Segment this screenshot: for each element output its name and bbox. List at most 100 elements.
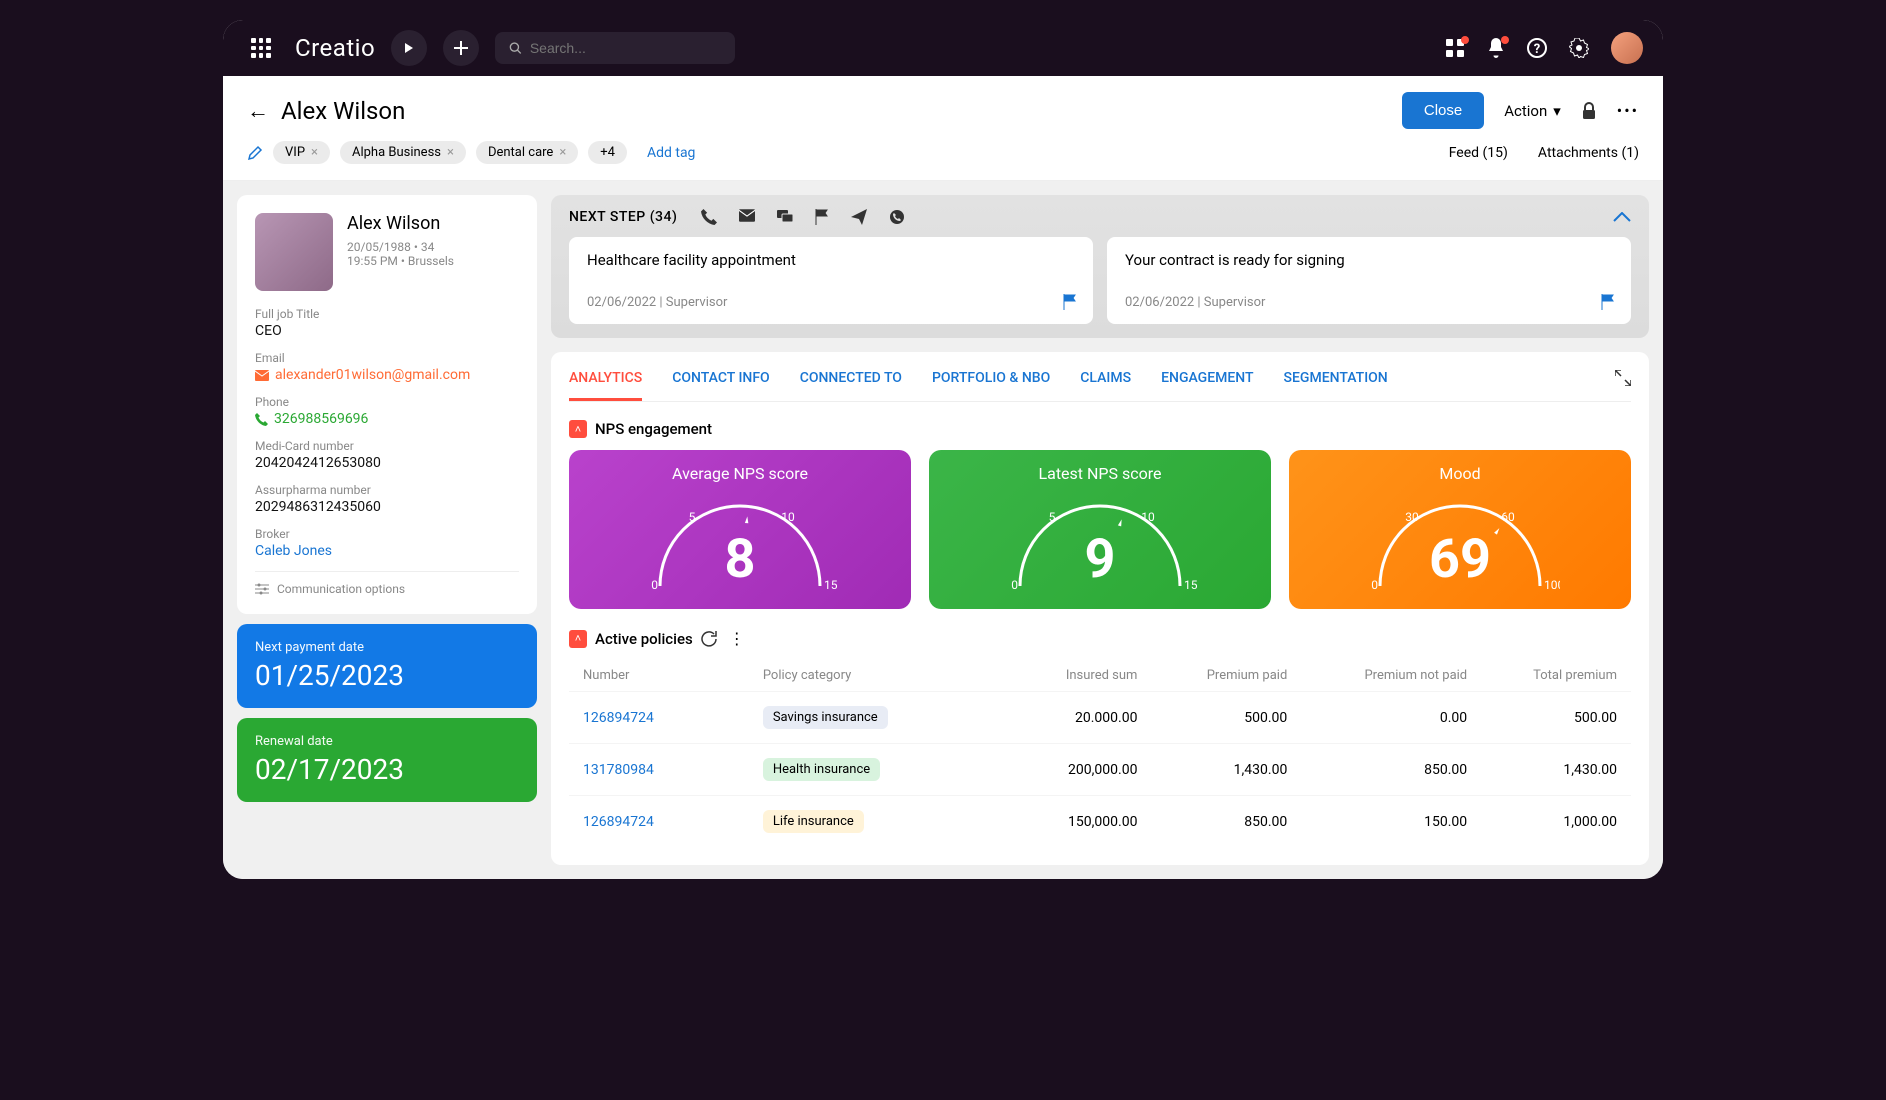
nextstep-card[interactable]: Your contract is ready for signing 02/06… — [1107, 237, 1631, 324]
profile-name: Alex Wilson — [347, 213, 454, 234]
email-icon[interactable] — [739, 209, 755, 225]
total-premium: 1,000.00 — [1467, 814, 1617, 830]
widgets-icon[interactable] — [1445, 38, 1465, 58]
apps-launcher-icon[interactable] — [243, 30, 279, 66]
attachments-link[interactable]: Attachments (1) — [1538, 145, 1639, 161]
chevron-down-icon: ▾ — [1553, 102, 1561, 120]
next-step-title: NEXT STEP (34) — [569, 209, 677, 225]
phone-value[interactable]: 326988569696 — [255, 411, 519, 427]
policy-number-link[interactable]: 131780984 — [583, 762, 763, 778]
gauge-title: Average NPS score — [587, 464, 893, 483]
premium-not-paid: 0.00 — [1287, 710, 1467, 726]
user-avatar[interactable] — [1611, 32, 1643, 64]
send-icon[interactable] — [851, 209, 867, 225]
tab-connected-to[interactable]: CONNECTED TO — [800, 370, 902, 401]
policy-number-link[interactable]: 126894724 — [583, 814, 763, 830]
total-premium: 1,430.00 — [1467, 762, 1617, 778]
insured-sum: 150,000.00 — [988, 814, 1138, 830]
flag-icon[interactable] — [815, 209, 829, 225]
category-pill: Health insurance — [763, 758, 880, 781]
add-button[interactable] — [443, 30, 479, 66]
tag-edit-icon[interactable] — [247, 145, 263, 161]
table-row: 126894724 Savings insurance 20.000.00 50… — [569, 691, 1631, 743]
nextstep-card-meta: 02/06/2022 | Supervisor — [1125, 295, 1613, 310]
tab-portfolio-nbo[interactable]: PORTFOLIO & NBO — [932, 370, 1050, 401]
nextstep-card-meta: 02/06/2022 | Supervisor — [587, 295, 1075, 310]
broker-value[interactable]: Caleb Jones — [255, 543, 519, 559]
more-vertical-icon[interactable]: ⋮ — [729, 629, 745, 648]
tag-alpha-business[interactable]: Alpha Business× — [340, 141, 466, 164]
communication-options[interactable]: Communication options — [255, 571, 519, 596]
tab-engagement[interactable]: ENGAGEMENT — [1161, 370, 1253, 401]
remove-tag-icon[interactable]: × — [447, 145, 454, 160]
back-arrow-icon[interactable]: ← — [247, 98, 269, 124]
tag-vip[interactable]: VIP× — [273, 141, 330, 164]
nextstep-card[interactable]: Healthcare facility appointment 02/06/20… — [569, 237, 1093, 324]
category-pill: Life insurance — [763, 810, 864, 833]
table-row: 131780984 Health insurance 200,000.00 1,… — [569, 743, 1631, 795]
profile-card: Alex Wilson 20/05/1988 • 34 19:55 PM • B… — [237, 195, 537, 614]
play-button[interactable] — [391, 30, 427, 66]
tab-claims[interactable]: CLAIMS — [1080, 370, 1131, 401]
premium-paid: 850.00 — [1137, 814, 1287, 830]
next-payment-card: Next payment date 01/25/2023 — [237, 624, 537, 708]
job-title-label: Full job Title — [255, 307, 519, 321]
col-total: Total premium — [1467, 668, 1617, 683]
collapse-icon[interactable] — [1613, 212, 1631, 222]
section-toggle-icon[interactable]: ˄ — [569, 630, 587, 648]
flag-icon[interactable] — [1601, 294, 1615, 310]
svg-text:0: 0 — [651, 578, 658, 591]
feed-link[interactable]: Feed (15) — [1449, 145, 1508, 161]
medicard-label: Medi-Card number — [255, 439, 519, 453]
renewal-card: Renewal date 02/17/2023 — [237, 718, 537, 802]
tabs-panel: ANALYTICS CONTACT INFO CONNECTED TO PORT… — [551, 352, 1649, 865]
policy-number-link[interactable]: 126894724 — [583, 710, 763, 726]
whatsapp-icon[interactable] — [889, 209, 905, 225]
help-icon[interactable]: ? — [1527, 38, 1547, 58]
add-tag-link[interactable]: Add tag — [647, 145, 695, 161]
email-value[interactable]: alexander01wilson@gmail.com — [255, 367, 519, 383]
tab-segmentation[interactable]: SEGMENTATION — [1284, 370, 1388, 401]
chat-icon[interactable] — [777, 209, 793, 225]
next-payment-value: 01/25/2023 — [255, 659, 519, 692]
svg-text:100: 100 — [1544, 578, 1560, 591]
close-button[interactable]: Close — [1402, 92, 1484, 129]
section-toggle-icon[interactable]: ˄ — [569, 420, 587, 438]
email-label: Email — [255, 351, 519, 365]
category-pill: Savings insurance — [763, 706, 888, 729]
remove-tag-icon[interactable]: × — [311, 145, 318, 160]
more-icon[interactable]: ••• — [1617, 101, 1639, 120]
expand-icon[interactable] — [1615, 370, 1631, 401]
page-header: ← Alex Wilson Close Action ▾ ••• VIP× Al… — [223, 76, 1663, 181]
play-icon — [403, 42, 415, 54]
tab-contact-info[interactable]: CONTACT INFO — [672, 370, 769, 401]
col-notpaid: Premium not paid — [1287, 668, 1467, 683]
lock-icon[interactable] — [1581, 102, 1597, 120]
call-icon[interactable] — [701, 209, 717, 225]
job-title-value: CEO — [255, 323, 519, 339]
settings-icon[interactable] — [1569, 38, 1589, 58]
nextstep-card-title: Healthcare facility appointment — [587, 251, 1075, 269]
more-tags[interactable]: +4 — [588, 141, 627, 164]
col-paid: Premium paid — [1137, 668, 1287, 683]
nps-section-title: NPS engagement — [595, 420, 712, 438]
notifications-icon[interactable] — [1487, 38, 1505, 58]
tag-dental-care[interactable]: Dental care× — [476, 141, 578, 164]
broker-label: Broker — [255, 527, 519, 541]
gauge-value: 8 — [725, 528, 756, 591]
action-dropdown[interactable]: Action ▾ — [1504, 102, 1561, 120]
logo: Creatio — [295, 34, 375, 62]
refresh-icon[interactable] — [701, 631, 717, 647]
tab-analytics[interactable]: ANALYTICS — [569, 370, 642, 401]
profile-time-loc: 19:55 PM • Brussels — [347, 254, 454, 268]
col-insured: Insured sum — [988, 668, 1138, 683]
svg-text:0: 0 — [1011, 578, 1018, 591]
svg-text:60: 60 — [1501, 510, 1515, 524]
remove-tag-icon[interactable]: × — [559, 145, 566, 160]
search-box[interactable] — [495, 32, 735, 64]
gauge-title: Latest NPS score — [947, 464, 1253, 483]
search-input[interactable] — [530, 40, 721, 56]
flag-icon[interactable] — [1063, 294, 1077, 310]
policies-section-title: Active policies — [595, 630, 693, 648]
sliders-icon — [255, 583, 269, 595]
